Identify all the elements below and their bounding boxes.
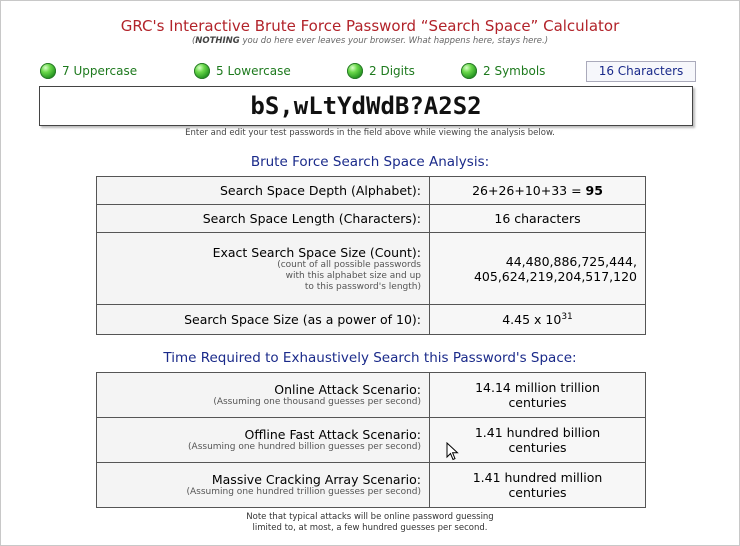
footnote: Note that typical attacks will be online… [246, 512, 494, 533]
exact-label: Exact Search Space Size (Count): (count … [96, 232, 430, 305]
indicator-label: 5 Lowercase [216, 64, 291, 78]
length-indicator: 16 Characters [586, 61, 696, 82]
table-row: Massive Cracking Array Scenario: (Assumi… [96, 462, 646, 508]
table-row: Exact Search Space Size (Count): (count … [96, 232, 646, 305]
page-title: GRC's Interactive Brute Force Password “… [120, 17, 620, 35]
table-row: Search Space Size (as a power of 10): 4.… [96, 304, 646, 335]
massive-value: 1.41 hundred million centuries [429, 462, 646, 508]
table-row: Online Attack Scenario: (Assuming one th… [96, 372, 646, 418]
indicator-uppercase: 7 Uppercase [40, 62, 137, 80]
offline-value: 1.41 hundred billion centuries [429, 417, 646, 463]
password-input[interactable]: bS,wLtYdWdB?A2S2 [39, 86, 693, 126]
power-value: 4.45 x 1031 [429, 304, 646, 335]
time-heading: Time Required to Exhaustively Search thi… [163, 350, 577, 366]
green-led-icon [347, 63, 363, 79]
depth-value: 26+26+10+33 = 95 [429, 176, 646, 205]
analysis-heading: Brute Force Search Space Analysis: [250, 154, 490, 170]
mouse-cursor-icon [446, 442, 459, 461]
depth-label: Search Space Depth (Alphabet): [96, 176, 430, 205]
table-row: Search Space Depth (Alphabet): 26+26+10+… [96, 176, 646, 205]
indicator-symbols: 2 Symbols [461, 62, 545, 80]
massive-label: Massive Cracking Array Scenario: (Assumi… [96, 462, 430, 508]
indicator-label: 2 Digits [369, 64, 415, 78]
page-subtitle: (NOTHING you do here ever leaves your br… [191, 36, 549, 46]
online-label: Online Attack Scenario: (Assuming one th… [96, 372, 430, 418]
power-label: Search Space Size (as a power of 10): [96, 304, 430, 335]
table-row: Offline Fast Attack Scenario: (Assuming … [96, 417, 646, 463]
length-label: Search Space Length (Characters): [96, 204, 430, 233]
time-table: Online Attack Scenario: (Assuming one th… [96, 372, 646, 508]
indicator-label: 7 Uppercase [62, 64, 138, 78]
indicator-label: 2 Symbols [483, 64, 546, 78]
length-value: 16 characters [429, 204, 646, 233]
password-hint: Enter and edit your test passwords in th… [185, 128, 555, 138]
green-led-icon [194, 63, 210, 79]
indicator-digits: 2 Digits [347, 62, 415, 80]
indicator-lowercase: 5 Lowercase [194, 62, 291, 80]
analysis-table: Search Space Depth (Alphabet): 26+26+10+… [96, 176, 646, 335]
green-led-icon [40, 63, 56, 79]
subtitle-emphasis: NOTHING [195, 36, 240, 46]
online-value: 14.14 million trillion centuries [429, 372, 646, 418]
table-row: Search Space Length (Characters): 16 cha… [96, 204, 646, 233]
exact-value: 44,480,886,725,444, 405,624,219,204,517,… [429, 232, 646, 305]
green-led-icon [461, 63, 477, 79]
offline-label: Offline Fast Attack Scenario: (Assuming … [96, 417, 430, 463]
